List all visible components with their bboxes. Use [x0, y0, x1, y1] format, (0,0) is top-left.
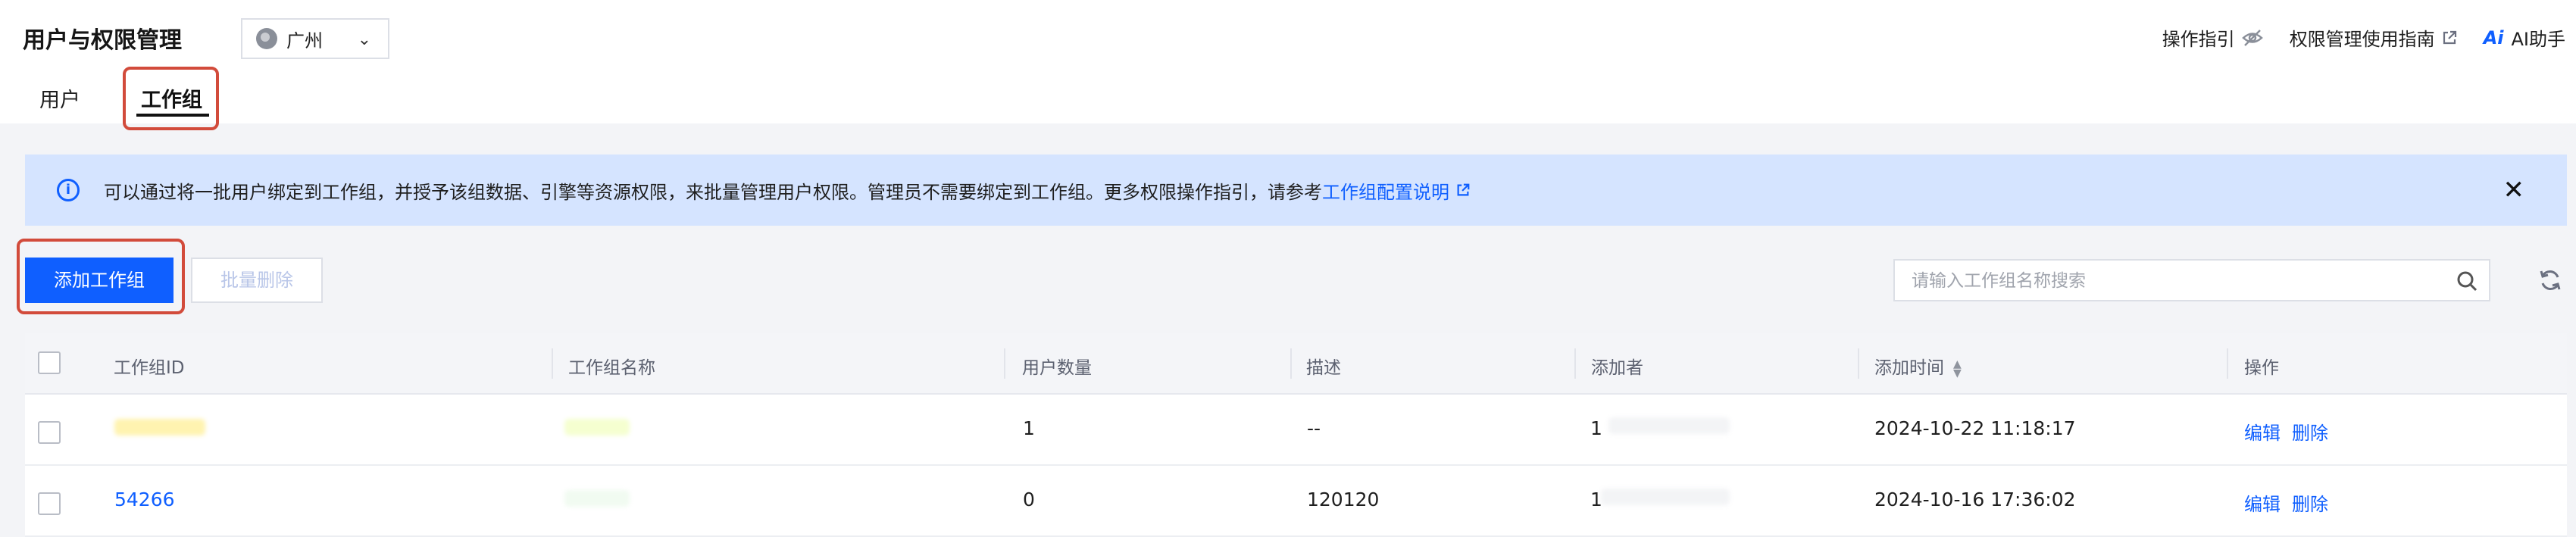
cell-users: 0 — [1023, 489, 1035, 510]
close-icon[interactable]: ✕ — [2503, 177, 2525, 203]
cell-desc: 120120 — [1307, 489, 1380, 510]
col-header-creator: 添加者 — [1591, 358, 1643, 378]
column-divider — [552, 348, 553, 379]
column-divider — [1290, 348, 1292, 379]
col-header-time[interactable]: 添加时间 ▲ ▼ — [1874, 353, 1962, 379]
row-checkbox[interactable] — [38, 492, 61, 515]
refresh-icon[interactable] — [2538, 268, 2562, 292]
redacted-creator — [1608, 417, 1730, 434]
edit-link[interactable]: 编辑 — [2244, 489, 2281, 516]
cell-id[interactable]: 54266 — [114, 489, 175, 510]
sort-icon[interactable]: ▲ ▼ — [1953, 359, 1962, 379]
redacted-name — [564, 490, 630, 507]
column-divider — [2227, 348, 2228, 379]
search-box — [1893, 259, 2490, 301]
globe-icon — [256, 28, 277, 49]
highlight-box-tab — [123, 67, 219, 130]
ai-assistant-link[interactable]: Ai AI助手 — [2484, 24, 2565, 51]
banner-config-link[interactable]: 工作组配置说明 — [1322, 177, 1449, 204]
redacted-creator — [1601, 489, 1730, 505]
search-input[interactable] — [1895, 261, 2443, 301]
external-link-icon — [2443, 30, 2456, 44]
operation-guide-label: 操作指引 — [2162, 29, 2235, 50]
header-links: 操作指引 权限管理使用指南 Ai AI助手 — [2162, 24, 2576, 51]
column-divider — [1004, 348, 1005, 379]
col-header-desc: 描述 — [1306, 358, 1341, 378]
operation-guide-link[interactable]: 操作指引 — [2162, 24, 2264, 51]
row-checkbox[interactable] — [38, 421, 61, 444]
ai-logo-icon: Ai — [2483, 27, 2504, 48]
page-title: 用户与权限管理 — [23, 27, 182, 54]
select-all-checkbox[interactable] — [38, 351, 61, 374]
delete-link[interactable]: 删除 — [2292, 418, 2328, 445]
ai-assistant-label: AI助手 — [2511, 29, 2566, 50]
permission-guide-label: 权限管理使用指南 — [2289, 29, 2435, 50]
redacted-name — [564, 419, 630, 436]
region-select[interactable]: 广州 ⌄ — [241, 18, 389, 59]
chevron-down-icon: ⌄ — [357, 30, 371, 49]
col-header-actions: 操作 — [2244, 358, 2279, 378]
external-link-icon — [1457, 183, 1470, 196]
search-icon[interactable] — [2456, 270, 2478, 292]
banner-text: 可以通过将一批用户绑定到工作组，并授予该组数据、引擎等资源权限，来批量管理用户权… — [104, 181, 1322, 203]
cell-time: 2024-10-16 17:36:02 — [1874, 489, 2076, 510]
table-header: 工作组ID 工作组名称 用户数量 描述 添加者 添加时间 ▲ ▼ 操作 — [25, 333, 2567, 395]
batch-delete-button[interactable]: 批量删除 — [191, 258, 323, 303]
table-row: 54266 0 120120 1 2024-10-16 17:36:02 编辑 … — [25, 466, 2567, 537]
column-divider — [1858, 348, 1859, 379]
col-header-time-label: 添加时间 — [1874, 358, 1944, 378]
permission-guide-link[interactable]: 权限管理使用指南 — [2290, 24, 2458, 51]
cell-time: 2024-10-22 11:18:17 — [1874, 417, 2076, 439]
table-row: 1 -- 1 2024-10-22 11:18:17 编辑 删除 — [25, 395, 2567, 466]
col-header-users: 用户数量 — [1022, 358, 1092, 378]
column-divider — [1574, 348, 1576, 379]
delete-link[interactable]: 删除 — [2292, 489, 2328, 516]
info-icon: i — [57, 179, 80, 201]
cell-users: 1 — [1023, 417, 1035, 439]
tab-users[interactable]: 用户 — [39, 83, 80, 113]
eye-hide-icon — [2241, 29, 2263, 46]
col-header-name: 工作组名称 — [568, 358, 655, 378]
cell-desc: -- — [1307, 417, 1321, 439]
edit-link[interactable]: 编辑 — [2244, 418, 2281, 445]
highlight-box-add-button — [17, 239, 185, 314]
col-header-id: 工作组ID — [114, 358, 185, 378]
redacted-id — [114, 419, 205, 436]
cell-creator: 1 — [1590, 417, 1602, 439]
region-value: 广州 — [286, 30, 323, 52]
top-header: 用户与权限管理 广州 ⌄ 操作指引 权限管理使用指南 Ai AI助手 用户 工作… — [0, 0, 2576, 123]
info-banner: i 可以通过将一批用户绑定到工作组，并授予该组数据、引擎等资源权限，来批量管理用… — [25, 155, 2567, 226]
workgroup-table: 工作组ID 工作组名称 用户数量 描述 添加者 添加时间 ▲ ▼ 操作 1 -- 1… — [25, 333, 2567, 537]
